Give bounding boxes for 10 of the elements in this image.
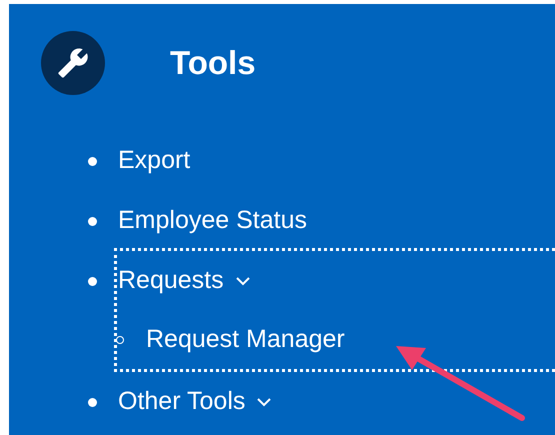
menu-link[interactable]: Export [118,142,190,180]
submenu-link[interactable]: Request Manager [146,321,345,359]
bullet-icon [88,216,97,226]
section-title: Tools [170,43,256,84]
menu-link[interactable]: Other Tools [118,383,272,421]
menu-link[interactable]: Employee Status [118,202,307,240]
bullet-icon [88,156,97,166]
bullet-icon [88,276,97,286]
bullet-icon [88,398,97,406]
menu-link[interactable]: Requests [118,262,250,300]
